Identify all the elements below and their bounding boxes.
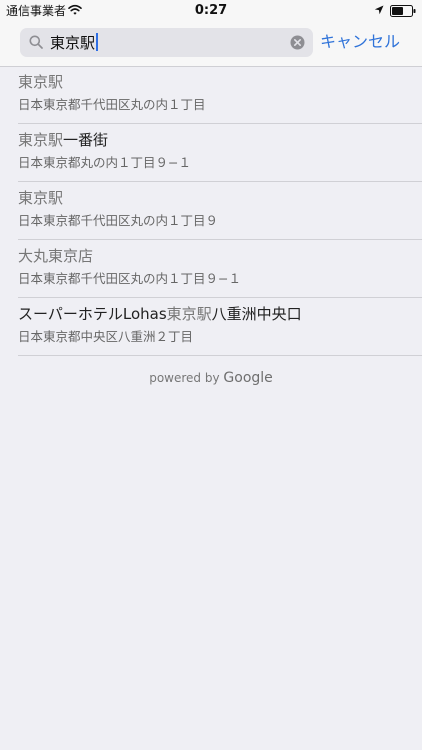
result-title: 東京駅: [18, 189, 63, 208]
result-title-match: 東京駅: [18, 189, 64, 207]
cancel-button[interactable]: キャンセル: [320, 32, 400, 52]
location-icon: [374, 5, 384, 15]
status-bar: 通信事業者 0:27: [0, 0, 422, 22]
text-caret: [96, 33, 99, 51]
powered-by-label: powered by: [149, 371, 220, 385]
result-title-prefix: スーパーホテルLohas: [18, 305, 167, 323]
result-title-match: 東京駅: [18, 73, 64, 91]
result-item-tokyo-station-1[interactable]: 東京駅 日本東京都千代田区丸の内１丁目: [18, 66, 422, 124]
search-input[interactable]: 東京駅: [50, 33, 99, 53]
result-title: 大丸東京店: [18, 247, 93, 266]
result-title-match: 大丸東京店: [18, 247, 94, 265]
result-subtitle: 日本東京都千代田区丸の内１丁目９: [18, 213, 219, 228]
results-list: 東京駅 日本東京都千代田区丸の内１丁目 東京駅一番街 日本東京都丸の内１丁目９−…: [0, 66, 422, 356]
result-title: スーパーホテルLohas東京駅八重洲中央口: [18, 305, 302, 324]
result-title-match: 東京駅: [18, 131, 64, 149]
result-subtitle: 日本東京都千代田区丸の内１丁目９−１: [18, 271, 241, 286]
powered-by-google: powered by Google: [0, 370, 422, 386]
result-title: 東京駅: [18, 73, 63, 92]
result-title-rest: 八重洲中央口: [211, 305, 302, 323]
battery-icon: [390, 5, 416, 17]
result-item-daimaru-tokyo[interactable]: 大丸東京店 日本東京都千代田区丸の内１丁目９−１: [18, 240, 422, 298]
google-brand: Google: [223, 370, 273, 386]
search-icon: [29, 35, 43, 49]
result-item-super-hotel-lohas[interactable]: スーパーホテルLohas東京駅八重洲中央口 日本東京都中央区八重洲２丁目: [18, 298, 422, 356]
result-title: 東京駅一番街: [18, 131, 108, 150]
result-title-match: 東京駅: [166, 305, 212, 323]
result-item-tokyo-station-2[interactable]: 東京駅 日本東京都千代田区丸の内１丁目９: [18, 182, 422, 240]
result-subtitle: 日本東京都千代田区丸の内１丁目: [18, 97, 206, 112]
result-subtitle: 日本東京都中央区八重洲２丁目: [18, 329, 194, 344]
status-time: 0:27: [194, 3, 228, 18]
search-query: 東京駅: [50, 34, 96, 52]
result-item-tokyo-station-ichibangai[interactable]: 東京駅一番街 日本東京都丸の内１丁目９−１: [18, 124, 422, 182]
clear-icon[interactable]: [290, 35, 305, 50]
search-field[interactable]: 東京駅: [20, 28, 313, 57]
result-subtitle: 日本東京都丸の内１丁目９−１: [18, 155, 191, 170]
result-title-rest: 一番街: [63, 131, 109, 149]
search-header: 東京駅 キャンセル: [0, 22, 422, 67]
